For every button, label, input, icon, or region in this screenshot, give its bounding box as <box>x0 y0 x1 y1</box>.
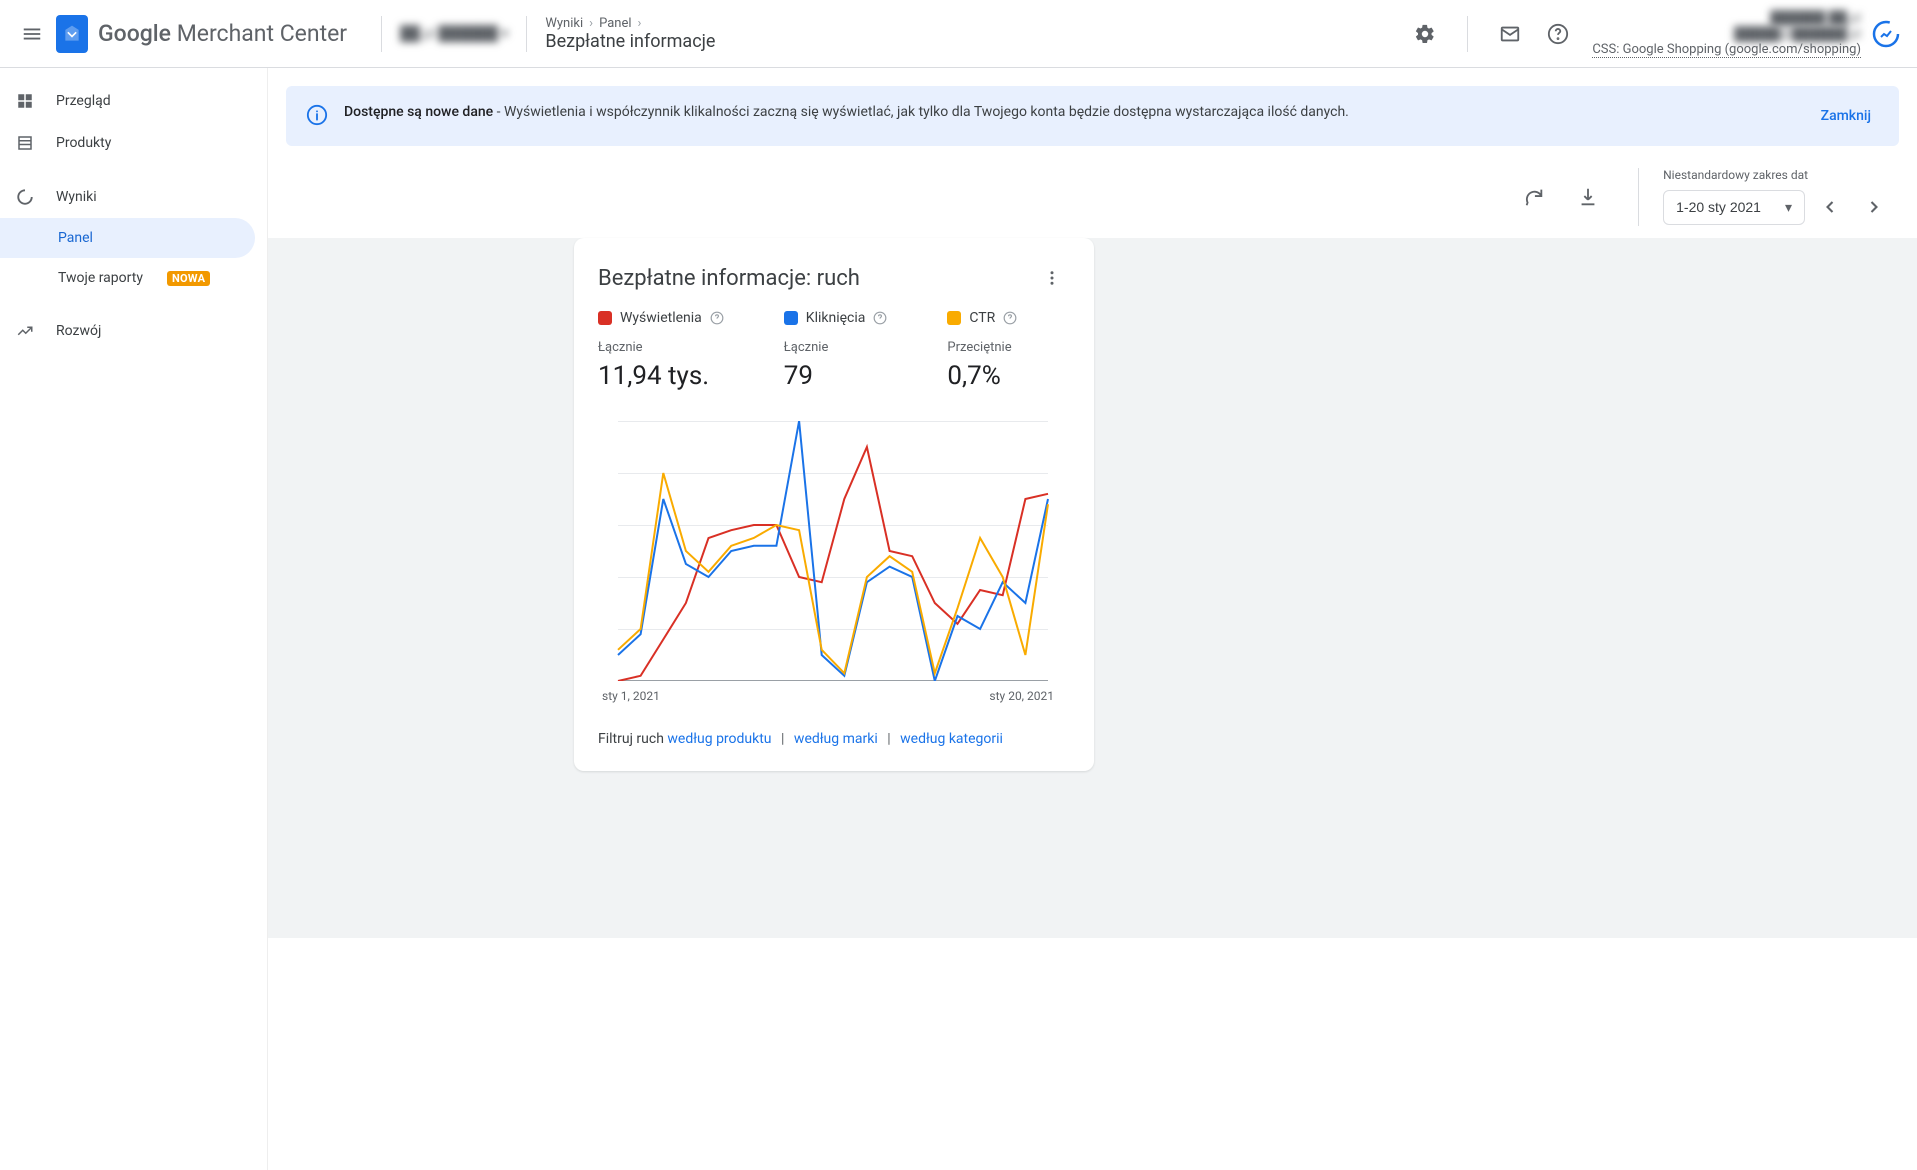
list-icon <box>16 134 38 152</box>
main-content: Dostępne są nowe dane - Wyświetlenia i w… <box>268 68 1917 1170</box>
traffic-card: Bezpłatne informacje: ruch Wyświetlenia … <box>574 238 1094 771</box>
legend-swatch-blue <box>784 311 798 325</box>
css-link[interactable]: CSS: Google Shopping (google.com/shoppin… <box>1592 42 1861 58</box>
settings-button[interactable] <box>1401 10 1449 58</box>
spinner-icon <box>16 188 38 206</box>
app-logo: Google Merchant Center <box>56 15 347 53</box>
date-range-label: Niestandardowy zakres dat <box>1663 168 1893 182</box>
filter-links: Filtruj ruch według produktu | według ma… <box>598 731 1070 747</box>
filter-by-brand-link[interactable]: według marki <box>794 731 878 747</box>
refresh-button[interactable] <box>1512 175 1556 219</box>
results-toolbar: Niestandardowy zakres dat 1-20 sty 2021 … <box>268 156 1917 238</box>
card-menu-button[interactable] <box>1034 260 1070 296</box>
metric-sublabel: Łącznie <box>784 340 888 355</box>
menu-icon <box>21 23 43 45</box>
info-icon <box>306 104 328 130</box>
chevron-right-icon: › <box>589 16 593 31</box>
metric-clicks: Kliknięcia Łącznie 79 <box>784 310 888 391</box>
filter-by-product-link[interactable]: według produktu <box>667 731 771 747</box>
kebab-icon <box>1043 269 1061 287</box>
sidebar-item-label: Przegląd <box>56 93 111 109</box>
legend-swatch-red <box>598 311 612 325</box>
chart-series-line <box>618 447 1048 681</box>
divider <box>526 16 527 52</box>
sidebar-item-label: Rozwój <box>56 323 101 339</box>
analytics-ring-icon[interactable] <box>1871 19 1901 49</box>
x-tick-start: sty 1, 2021 <box>602 689 660 703</box>
trending-up-icon <box>16 322 38 340</box>
app-title: Google Merchant Center <box>98 20 347 47</box>
breadcrumb-link[interactable]: Wyniki <box>545 16 583 31</box>
hamburger-menu-button[interactable] <box>8 10 56 58</box>
breadcrumb-link[interactable]: Panel <box>599 16 631 31</box>
download-button[interactable] <box>1566 175 1610 219</box>
metric-sublabel: Przeciętnie <box>947 340 1017 355</box>
help-icon <box>1547 23 1569 45</box>
help-button[interactable] <box>1534 10 1582 58</box>
sidebar-item-panel[interactable]: Panel <box>0 218 255 258</box>
sidebar-item-reports[interactable]: Twoje raporty NOWA <box>0 258 255 298</box>
sidebar-item-products[interactable]: Produkty <box>0 122 255 164</box>
metric-impressions: Wyświetlenia Łącznie 11,94 tys. <box>598 310 724 391</box>
new-badge: NOWA <box>167 271 210 286</box>
dropdown-icon: ▾ <box>1785 199 1792 216</box>
help-icon[interactable] <box>873 311 887 325</box>
divider <box>381 16 382 52</box>
sidebar-item-label: Produkty <box>56 135 111 151</box>
help-icon[interactable] <box>1003 311 1017 325</box>
legend-label: Kliknięcia <box>806 310 866 326</box>
sidebar-item-results[interactable]: Wyniki <box>0 176 255 218</box>
chevron-right-icon: › <box>638 16 642 31</box>
chevron-left-icon <box>1820 197 1840 217</box>
sidebar-item-overview[interactable]: Przegląd <box>0 80 255 122</box>
date-range-picker[interactable]: 1-20 sty 2021 ▾ <box>1663 190 1805 225</box>
chart-series-line <box>618 421 1048 681</box>
line-chart <box>598 421 1058 681</box>
sidebar-item-label: Twoje raporty <box>58 270 143 286</box>
chevron-right-icon <box>1864 197 1884 217</box>
banner-message: Dostępne są nowe dane - Wyświetlenia i w… <box>344 102 1797 123</box>
dashboard-icon <box>16 92 38 110</box>
breadcrumb-block: Wyniki › Panel › Bezpłatne informacje <box>545 16 715 52</box>
chart-series-line <box>618 473 1048 673</box>
sidebar-item-label: Panel <box>58 230 93 246</box>
merchant-tag-icon <box>56 15 88 53</box>
account-selector[interactable]: ██.pl ██████ ▾ <box>400 25 508 42</box>
x-tick-end: sty 20, 2021 <box>989 689 1054 703</box>
date-range-value: 1-20 sty 2021 <box>1676 199 1761 215</box>
info-banner: Dostępne są nowe dane - Wyświetlenia i w… <box>286 86 1899 146</box>
breadcrumb: Wyniki › Panel › <box>545 16 715 31</box>
banner-close-button[interactable]: Zamknij <box>1813 102 1879 130</box>
sidebar: Przegląd Produkty Wyniki Panel Twoje rap… <box>0 68 268 1170</box>
refresh-icon <box>1523 186 1545 208</box>
date-prev-button[interactable] <box>1811 188 1849 226</box>
envelope-icon <box>1499 23 1521 45</box>
legend-label: CTR <box>969 310 995 326</box>
account-info: ██████ ██.pl █████@██████.pl CSS: Google… <box>1592 10 1861 58</box>
metric-ctr: CTR Przeciętnie 0,7% <box>947 310 1017 391</box>
legend-swatch-yellow <box>947 311 961 325</box>
sidebar-item-label: Wyniki <box>56 189 97 205</box>
metric-value: 0,7% <box>947 361 1017 391</box>
card-title: Bezpłatne informacje: ruch <box>598 266 1034 291</box>
help-icon[interactable] <box>710 311 724 325</box>
sidebar-item-growth[interactable]: Rozwój <box>0 310 255 352</box>
filter-by-category-link[interactable]: według kategorii <box>900 731 1003 747</box>
metric-value: 79 <box>784 361 888 391</box>
date-next-button[interactable] <box>1855 188 1893 226</box>
gear-icon <box>1414 23 1436 45</box>
page-title: Bezpłatne informacje <box>545 31 715 52</box>
messages-button[interactable] <box>1486 10 1534 58</box>
app-header: Google Merchant Center ██.pl ██████ ▾ Wy… <box>0 0 1917 68</box>
download-icon <box>1577 186 1599 208</box>
divider <box>1467 16 1468 52</box>
metric-value: 11,94 tys. <box>598 361 724 391</box>
legend-label: Wyświetlenia <box>620 310 702 326</box>
metric-sublabel: Łącznie <box>598 340 724 355</box>
